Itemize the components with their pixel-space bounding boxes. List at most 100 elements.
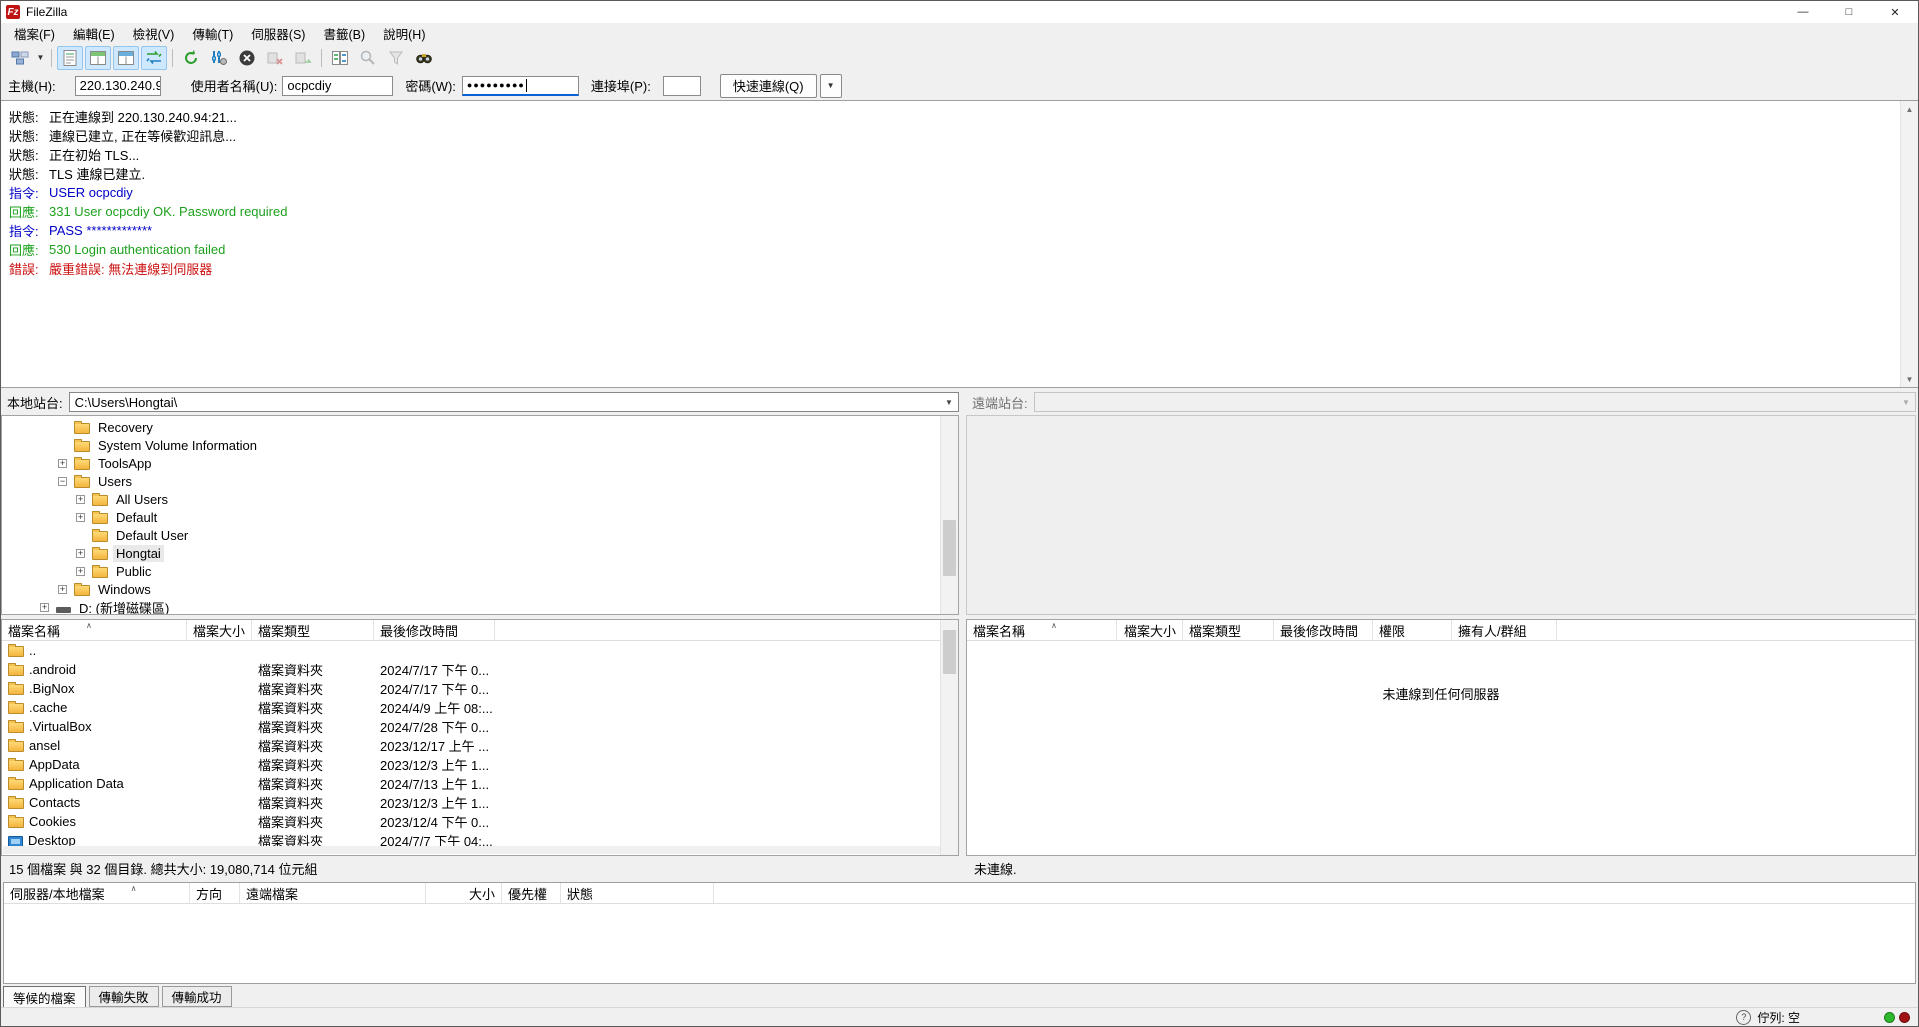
- file-name-cell: Cookies: [2, 812, 187, 831]
- synchronized-browsing-icon[interactable]: [355, 46, 381, 70]
- tree-expander-plus-icon[interactable]: +: [76, 494, 85, 504]
- table-row[interactable]: .android 檔案資料夾 2024/7/17 下午 0...: [2, 660, 958, 679]
- find-files-icon[interactable]: [411, 46, 437, 70]
- column-header[interactable]: 大小: [426, 883, 502, 903]
- toggle-queue-icon[interactable]: [141, 45, 167, 70]
- log-line: 狀態: 連線已建立, 正在等候歡迎訊息...: [1, 126, 1918, 145]
- reconnect-icon[interactable]: [290, 46, 316, 70]
- tree-item[interactable]: + All Users: [2, 490, 958, 508]
- tree-item[interactable]: + D: (新增磁碟區): [2, 598, 958, 614]
- disconnect-icon[interactable]: [262, 46, 288, 70]
- column-header[interactable]: 優先權: [502, 883, 561, 903]
- column-header[interactable]: 檔案名稱 ∧: [2, 620, 187, 640]
- file-type-cell: 檔案資料夾: [258, 777, 324, 792]
- table-row[interactable]: ..: [2, 641, 958, 660]
- column-header[interactable]: 檔案類型: [252, 620, 374, 640]
- scroll-down-icon[interactable]: ▼: [1901, 371, 1918, 387]
- table-row[interactable]: .BigNox 檔案資料夾 2024/7/17 下午 0...: [2, 679, 958, 698]
- tree-expander-plus-icon[interactable]: +: [76, 548, 85, 558]
- username-input[interactable]: ocpcdiy: [282, 75, 394, 96]
- tree-expander-plus-icon[interactable]: +: [58, 458, 67, 468]
- tree-item[interactable]: Recovery: [2, 418, 958, 436]
- scroll-up-icon[interactable]: ▲: [1901, 101, 1918, 117]
- refresh-icon[interactable]: [178, 46, 204, 70]
- menu-item-0[interactable]: 檔案(F): [5, 22, 64, 45]
- queue-tab-1[interactable]: 傳輸失敗: [88, 986, 159, 1007]
- column-header[interactable]: 狀態: [561, 883, 714, 903]
- tree-item[interactable]: System Volume Information: [2, 436, 958, 454]
- column-header[interactable]: 檔案名稱 ∧: [967, 620, 1117, 640]
- site-manager-dropdown-icon[interactable]: ▼: [34, 47, 47, 69]
- chevron-down-icon[interactable]: ▼: [941, 394, 957, 410]
- tree-expander-plus-icon[interactable]: +: [76, 512, 85, 522]
- host-input[interactable]: 220.130.240.94: [74, 75, 161, 96]
- local-files-scrollbar[interactable]: [940, 620, 958, 855]
- tree-expander-plus-icon[interactable]: +: [58, 584, 67, 594]
- help-icon[interactable]: ?: [1736, 1009, 1752, 1025]
- table-row[interactable]: Cookies 檔案資料夾 2023/12/4 下午 0...: [2, 812, 958, 831]
- toggle-remote-tree-icon[interactable]: [113, 45, 139, 70]
- table-row[interactable]: AppData 檔案資料夾 2023/12/3 上午 1...: [2, 755, 958, 774]
- close-button[interactable]: ✕: [1872, 1, 1918, 23]
- tree-item[interactable]: + Windows: [2, 580, 958, 598]
- toggle-local-tree-icon[interactable]: [85, 45, 111, 70]
- table-row[interactable]: .VirtualBox 檔案資料夾 2024/7/28 下午 0...: [2, 717, 958, 736]
- tree-item-label: Default User: [116, 527, 189, 543]
- horizontal-scrollbar[interactable]: [3, 846, 940, 854]
- column-header[interactable]: 檔案大小: [187, 620, 252, 640]
- quickconnect-dropdown[interactable]: ▼: [819, 73, 842, 98]
- log-text: 530 Login authentication failed: [49, 242, 226, 257]
- file-name: ..: [29, 643, 37, 658]
- column-header[interactable]: 最後修改時間: [374, 620, 495, 640]
- username-value: ocpcdiy: [287, 78, 332, 93]
- column-header[interactable]: 擁有人/群組: [1452, 620, 1557, 640]
- menu-item-1[interactable]: 編輯(E): [64, 22, 124, 45]
- app-logo-icon: Fz: [6, 5, 20, 19]
- table-row[interactable]: Application Data 檔案資料夾 2024/7/13 上午 1...: [2, 774, 958, 793]
- tree-item[interactable]: − Users: [2, 472, 958, 490]
- scrollbar-thumb[interactable]: [943, 520, 956, 576]
- table-row[interactable]: .cache 檔案資料夾 2024/4/9 上午 08:...: [2, 698, 958, 717]
- tree-item[interactable]: + Default: [2, 508, 958, 526]
- tree-expander-plus-icon[interactable]: +: [40, 602, 49, 612]
- column-header[interactable]: 檔案大小: [1117, 620, 1183, 640]
- quickconnect-button[interactable]: 快速連線(Q): [719, 73, 817, 98]
- tree-expander-minus-icon[interactable]: −: [58, 476, 67, 486]
- menu-item-3[interactable]: 傳輸(T): [183, 22, 242, 45]
- column-header[interactable]: 方向: [190, 883, 240, 903]
- log-scrollbar[interactable]: ▲ ▼: [1900, 101, 1918, 387]
- scrollbar-thumb[interactable]: [943, 630, 956, 674]
- directory-filters-icon[interactable]: [383, 46, 409, 70]
- tree-item[interactable]: + Public: [2, 562, 958, 580]
- minimize-button[interactable]: —: [1780, 1, 1826, 23]
- directory-comparison-icon[interactable]: [327, 46, 353, 70]
- queue-tab-2[interactable]: 傳輸成功: [161, 986, 232, 1007]
- tree-item[interactable]: Default User: [2, 526, 958, 544]
- maximize-button[interactable]: □: [1826, 1, 1872, 23]
- column-header[interactable]: 檔案類型: [1183, 620, 1274, 640]
- port-input[interactable]: [662, 75, 701, 96]
- menu-item-5[interactable]: 書籤(B): [314, 22, 374, 45]
- menu-item-2[interactable]: 檢視(V): [124, 22, 184, 45]
- remote-directory-tree: [966, 415, 1916, 615]
- table-row[interactable]: Contacts 檔案資料夾 2023/12/3 上午 1...: [2, 793, 958, 812]
- column-header[interactable]: 最後修改時間: [1274, 620, 1373, 640]
- tree-expander-plus-icon[interactable]: +: [76, 566, 85, 576]
- menu-item-4[interactable]: 伺服器(S): [242, 22, 314, 45]
- local-site-combo[interactable]: C:\Users\Hongtai\ ▼: [68, 392, 959, 412]
- process-queue-icon[interactable]: [206, 46, 232, 70]
- column-header[interactable]: 伺服器/本地檔案 ∧: [4, 883, 190, 903]
- table-row[interactable]: ansel 檔案資料夾 2023/12/17 上午 ...: [2, 736, 958, 755]
- tree-item[interactable]: + ToolsApp: [2, 454, 958, 472]
- queue-tab-0[interactable]: 等候的檔案: [3, 986, 86, 1009]
- password-input[interactable]: ●●●●●●●●●: [461, 75, 579, 96]
- tree-scrollbar[interactable]: [940, 416, 958, 614]
- menu-item-6[interactable]: 說明(H): [374, 22, 434, 45]
- toggle-log-icon[interactable]: [57, 45, 83, 70]
- tree-item[interactable]: + Hongtai: [2, 544, 958, 562]
- activity-led-red-icon: [1899, 1011, 1910, 1023]
- site-manager-icon[interactable]: [7, 46, 33, 70]
- column-header[interactable]: 遠端檔案: [240, 883, 426, 903]
- cancel-icon[interactable]: [234, 46, 260, 70]
- column-header[interactable]: 權限: [1373, 620, 1452, 640]
